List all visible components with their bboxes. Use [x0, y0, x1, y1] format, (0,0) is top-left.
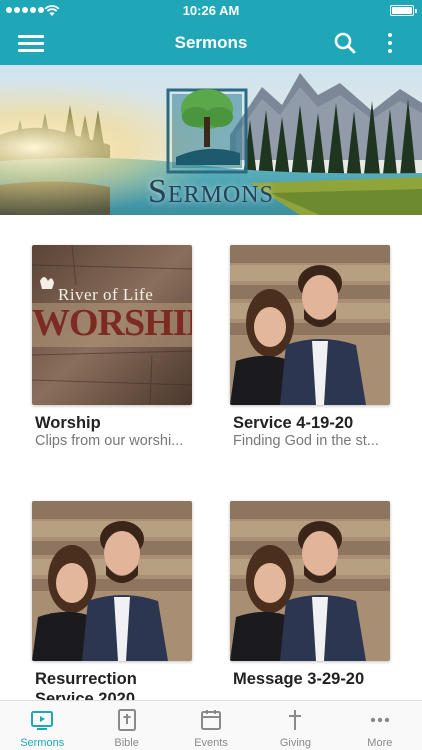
- card-subtitle: Clips from our worshi...: [35, 433, 184, 449]
- more-dots-icon: [370, 717, 390, 723]
- couple-photo-thumbnail: [230, 501, 390, 661]
- tab-giving[interactable]: Giving: [253, 701, 337, 750]
- status-time: 10:26 AM: [182, 3, 240, 18]
- couple-photo-thumbnail: [230, 245, 390, 405]
- tab-label: Giving: [279, 737, 312, 749]
- sermons-banner: Sermons: [0, 65, 422, 215]
- calendar-icon: [201, 710, 222, 730]
- battery-icon: [390, 5, 417, 16]
- card-title: Resurrection Service 2020: [35, 670, 137, 700]
- app-header: Sermons: [0, 22, 422, 65]
- tab-label: More: [367, 737, 393, 749]
- banner-title: Sermons: [148, 173, 274, 210]
- tab-label: Sermons: [20, 737, 65, 749]
- card-title: Worship: [35, 414, 101, 432]
- tab-bible[interactable]: Bible: [84, 701, 168, 750]
- card-title: Service 4-19-20: [233, 414, 354, 432]
- tab-label: Bible: [114, 737, 139, 749]
- page-title: Sermons: [174, 33, 248, 52]
- card-title: Message 3-29-20: [233, 670, 365, 688]
- thumbnail-overlay-worship: WORSHIP: [32, 302, 192, 344]
- tab-sermons[interactable]: Sermons: [0, 701, 84, 750]
- cross-icon: [289, 710, 302, 730]
- tab-more[interactable]: More: [338, 701, 422, 750]
- couple-photo-thumbnail: [32, 501, 192, 661]
- tab-label: Events: [194, 737, 228, 749]
- sermon-series-grid: River of Life WORSHIP Worship Clips from…: [0, 215, 422, 700]
- worship-thumbnail: River of Life WORSHIP: [32, 245, 192, 405]
- tab-events[interactable]: Events: [169, 701, 253, 750]
- more-options-icon[interactable]: [380, 30, 400, 56]
- card-subtitle: Finding God in the st...: [233, 433, 379, 449]
- status-bar: 10:26 AM: [0, 0, 422, 22]
- play-screen-icon: [31, 711, 54, 730]
- bible-icon: [117, 709, 136, 731]
- bottom-tab-bar: Sermons Bible Events Giving More: [0, 700, 422, 750]
- search-icon[interactable]: [333, 31, 357, 55]
